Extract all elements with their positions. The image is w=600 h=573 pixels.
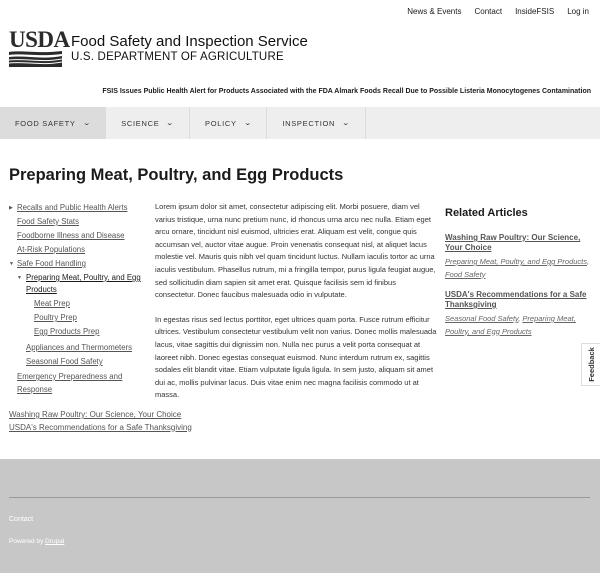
nav-policy[interactable]: POLICY ⌄ [190, 107, 268, 139]
chevron-down-icon: ⌄ [82, 120, 92, 127]
alert-banner[interactable]: FSIS Issues Public Health Alert for Prod… [102, 88, 591, 95]
chevron-down-icon: ⌄ [243, 120, 253, 127]
related-article-title[interactable]: USDA's Recommendations for a Safe Thanks… [445, 290, 593, 310]
nav-label: INSPECTION [282, 118, 336, 128]
tag-link[interactable]: Food Safety [445, 270, 485, 279]
page-title: Preparing Meat, Poultry, and Egg Product… [9, 166, 344, 184]
nav-food-safety[interactable]: FOOD SAFETY ⌄ [0, 107, 107, 139]
footer-divider [9, 497, 590, 498]
sidebar-nav: ▶ Recalls and Public Health Alerts Food S… [9, 201, 147, 396]
sidebar-item-poultry-prep[interactable]: Poultry Prep [9, 311, 147, 325]
main-nav: FOOD SAFETY ⌄ SCIENCE ⌄ POLICY ⌄ INSPECTION… [0, 107, 600, 139]
article-body: Lorem ipsum dolor sit amet, consectetur … [155, 201, 438, 402]
sidebar-item-label[interactable]: Meat Prep [34, 299, 70, 308]
utility-link-insidefsis[interactable]: InsideFSIS [515, 7, 554, 16]
sidebar-item-label[interactable]: At-Risk Populations [17, 245, 85, 254]
utility-nav: News & Events Contact InsideFSIS Log in [407, 7, 589, 16]
sidebar-item-egg-products-prep[interactable]: Egg Products Prep [9, 325, 147, 339]
sidebar-item-label[interactable]: Food Safety Stats [17, 217, 79, 226]
related-link[interactable]: Washing Raw Poultry: Our Science, Your C… [9, 409, 192, 422]
sidebar-item-label[interactable]: Egg Products Prep [34, 327, 99, 336]
nav-label: FOOD SAFETY [15, 118, 76, 128]
nav-label: POLICY [205, 118, 237, 128]
sidebar-item-label[interactable]: Poultry Prep [34, 313, 77, 322]
chevron-down-icon: ⌄ [341, 120, 352, 127]
footer-contact-link[interactable]: Contact [9, 516, 33, 523]
sidebar-item-label[interactable]: Appliances and Thermometers [26, 343, 132, 352]
caret-right-icon: ▶ [9, 205, 13, 211]
related-article-tags: Seasonal Food Safety, Preparing Meat, Po… [445, 314, 576, 336]
related-articles: Related Articles Washing Raw Poultry: Ou… [445, 207, 593, 347]
usda-logo-wave-icon [9, 51, 62, 67]
nav-inspection[interactable]: INSPECTION ⌄ [267, 107, 366, 139]
related-articles-heading: Related Articles [445, 207, 528, 219]
nav-label: SCIENCE [121, 118, 160, 128]
site-header-brand[interactable]: USDA Food Safety and Inspection Service … [9, 27, 308, 68]
sidebar-item-label[interactable]: Recalls and Public Health Alerts [17, 203, 128, 212]
related-article-item: Washing Raw Poultry: Our Science, Your C… [445, 233, 593, 281]
utility-link-login[interactable]: Log in [567, 7, 589, 16]
agency-name: Food Safety and Inspection Service [71, 33, 308, 50]
sidebar-item-foodborne-illness[interactable]: Foodborne Illness and Disease [9, 229, 147, 243]
drupal-link[interactable]: Drupal [45, 538, 64, 545]
related-article-title[interactable]: Washing Raw Poultry: Our Science, Your C… [445, 233, 593, 253]
usda-logo-text: USDA [9, 27, 70, 52]
sidebar-item-recalls[interactable]: ▶ Recalls and Public Health Alerts [9, 201, 147, 215]
related-article-item: USDA's Recommendations for a Safe Thanks… [445, 290, 593, 338]
related-article-tags: Preparing Meat, Poultry, and Egg Product… [445, 257, 590, 279]
sidebar-item-label[interactable]: Seasonal Food Safety [26, 357, 103, 366]
sidebar-item-safe-food-handling[interactable]: ▼ Safe Food Handling [9, 257, 147, 271]
department-name: U.S. DEPARTMENT OF AGRICULTURE [71, 51, 284, 63]
tag-link[interactable]: Seasonal Food Safety [445, 314, 518, 323]
caret-down-icon: ▼ [9, 261, 14, 267]
sidebar-item-food-safety-stats[interactable]: Food Safety Stats [9, 215, 147, 229]
caret-down-icon: ▼ [17, 275, 22, 281]
utility-link-news-events[interactable]: News & Events [407, 7, 461, 16]
sidebar-item-label[interactable]: Emergency Preparedness and Response [17, 372, 122, 394]
feedback-label: Feedback [586, 347, 596, 382]
feedback-button[interactable]: Feedback [581, 343, 600, 386]
site-footer: Contact Powered by Drupal [0, 459, 600, 573]
sidebar-item-meat-prep[interactable]: Meat Prep [9, 297, 147, 311]
chevron-down-icon: ⌄ [166, 120, 176, 127]
utility-link-contact[interactable]: Contact [474, 7, 502, 16]
sidebar-item-label[interactable]: Safe Food Handling [17, 259, 86, 268]
sidebar-item-preparing-meat[interactable]: ▼ Preparing Meat, Poultry, and Egg Produc… [9, 272, 147, 296]
sidebar-item-label[interactable]: Preparing Meat, Poultry, and Egg Product… [26, 273, 141, 294]
sidebar-item-at-risk[interactable]: At-Risk Populations [9, 243, 147, 257]
article-paragraph: In egestas risus sed lectus porttitor, e… [155, 314, 437, 400]
tag-link[interactable]: Preparing Meat, Poultry, and Egg Product… [445, 257, 587, 266]
powered-by: Powered by Drupal [9, 538, 64, 545]
related-link[interactable]: USDA's Recommendations for a Safe Thanks… [9, 422, 192, 435]
sidebar-item-appliances[interactable]: Appliances and Thermometers [9, 341, 147, 355]
sidebar-item-emergency[interactable]: Emergency Preparedness and Response [9, 371, 134, 396]
sidebar-item-label[interactable]: Foodborne Illness and Disease [17, 231, 125, 240]
powered-by-text: Powered by [9, 538, 44, 545]
related-links-list: Washing Raw Poultry: Our Science, Your C… [9, 409, 192, 434]
nav-science[interactable]: SCIENCE ⌄ [106, 107, 191, 139]
article-paragraph: Lorem ipsum dolor sit amet, consectetur … [155, 202, 436, 300]
agency-title: Food Safety and Inspection Service U.S. … [71, 33, 308, 64]
usda-logo[interactable]: USDA [9, 27, 70, 68]
sidebar-item-seasonal[interactable]: Seasonal Food Safety [9, 355, 147, 369]
